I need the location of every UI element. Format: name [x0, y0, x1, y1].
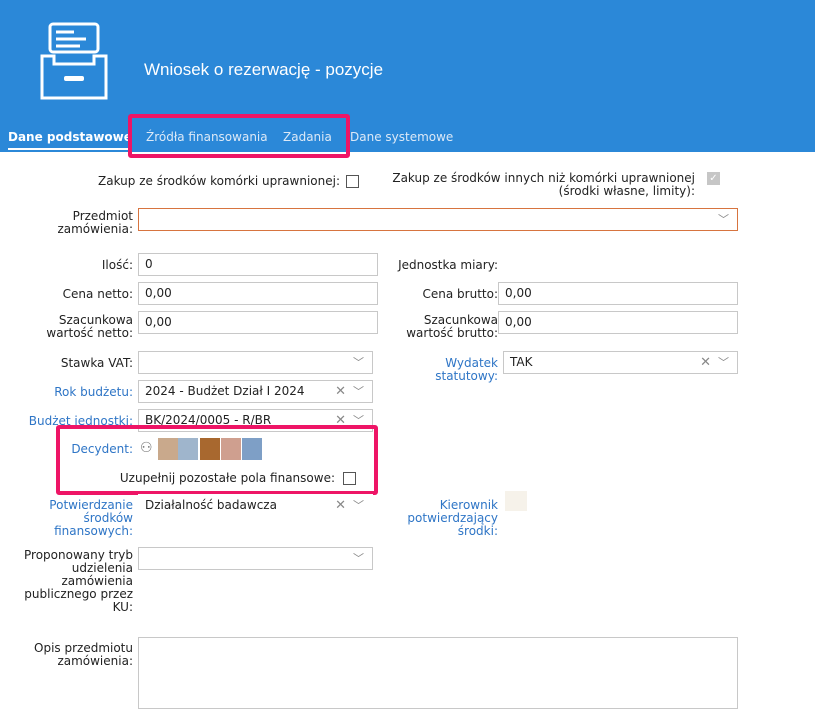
- chevron-down-icon: ﹀: [353, 385, 364, 398]
- clear-icon[interactable]: ✕: [335, 495, 346, 516]
- decydent-name-block: [178, 438, 198, 460]
- zakup-ku-label: Zakup ze środków komórki uprawnionej:: [98, 174, 340, 188]
- szac-netto-label: Szacunkowa wartość netto:: [46, 313, 133, 340]
- szac-netto-input[interactable]: 0,00: [138, 311, 378, 334]
- chevron-down-icon: ﹀: [718, 356, 729, 369]
- uzupelnij-label: Uzupełnij pozostałe pola finansowe:: [119, 471, 335, 485]
- tryb-label: Proponowany tryb udzielenia zamówienia p…: [24, 548, 133, 614]
- clear-icon[interactable]: ✕: [700, 352, 711, 373]
- przedmiot-label: Przedmiot zamówienia:: [57, 209, 133, 236]
- przedmiot-select[interactable]: ﹀: [138, 208, 738, 231]
- potwierdzanie-label[interactable]: Potwierdzanie środków finansowych:: [20, 499, 133, 538]
- cena-brutto-input[interactable]: 0,00: [498, 282, 738, 305]
- chevron-down-icon: ﹀: [718, 213, 729, 226]
- jednostka-label: Jednostka miary:: [398, 258, 498, 272]
- tab-zadania[interactable]: Zadania: [283, 130, 332, 144]
- budzet-label[interactable]: Budżet jednostki:: [20, 415, 133, 428]
- clear-icon[interactable]: ✕: [335, 381, 346, 402]
- chevron-down-icon: ﹀: [353, 552, 364, 565]
- opis-label: Opis przedmiotu zamówienia:: [34, 641, 133, 668]
- tab-bar: Dane podstawowe Źródła finansowania Zada…: [0, 124, 815, 152]
- drawer-icon: [40, 22, 108, 100]
- chevron-down-icon: ﹀: [353, 356, 364, 369]
- zakup-inne-label: Zakup ze środków innych niż komórki upra…: [392, 171, 695, 198]
- zakup-ku-checkbox[interactable]: [346, 175, 359, 188]
- tab-dane-systemowe[interactable]: Dane systemowe: [350, 130, 453, 144]
- potwierdzanie-select[interactable]: Działalność badawcza ✕ ﹀: [138, 494, 373, 517]
- ilosc-input[interactable]: 0: [138, 253, 378, 276]
- budzet-select[interactable]: BK/2024/0005 - R/BR ✕ ﹀: [138, 409, 373, 432]
- rok-select[interactable]: 2024 - Budżet Dział I 2024 ✕ ﹀: [138, 380, 373, 403]
- wydatek-select[interactable]: TAK ✕ ﹀: [503, 351, 738, 374]
- decydent-name-block: [200, 438, 220, 460]
- szac-brutto-label: Szacunkowa wartość brutto:: [406, 313, 498, 340]
- rok-label[interactable]: Rok budżetu:: [20, 386, 133, 399]
- cena-brutto-label: Cena brutto:: [422, 287, 499, 301]
- uzupelnij-checkbox[interactable]: [343, 472, 356, 485]
- wydatek-label[interactable]: Wydatek statutowy:: [385, 357, 498, 383]
- stawka-vat-select[interactable]: ﹀: [138, 351, 373, 374]
- chevron-down-icon: ﹀: [353, 414, 364, 427]
- stawka-vat-label: Stawka VAT:: [60, 356, 133, 370]
- kierownik-label[interactable]: Kierownik potwierdzający środki:: [385, 499, 498, 538]
- tab-dane-podstawowe[interactable]: Dane podstawowe: [8, 130, 132, 150]
- kierownik-value-block: [505, 491, 527, 511]
- decydent-name-block: [221, 438, 241, 460]
- person-icon: ⚇: [140, 440, 153, 456]
- cena-netto-label: Cena netto:: [62, 287, 133, 301]
- decydent-name-block: [158, 438, 178, 460]
- opis-textarea[interactable]: [138, 637, 738, 709]
- ilosc-label: Ilość:: [101, 258, 133, 272]
- szac-brutto-input[interactable]: 0,00: [498, 311, 738, 334]
- tryb-select[interactable]: ﹀: [138, 547, 373, 570]
- zakup-inne-checkbox[interactable]: ✓: [707, 172, 720, 185]
- clear-icon[interactable]: ✕: [335, 410, 346, 431]
- decydent-name-block: [242, 438, 262, 460]
- page-title: Wniosek o rezerwację - pozycje: [144, 60, 384, 79]
- chevron-down-icon: ﹀: [353, 499, 364, 512]
- check-icon: ✓: [709, 173, 718, 184]
- cena-netto-input[interactable]: 0,00: [138, 282, 378, 305]
- decydent-label[interactable]: Decydent:: [20, 443, 133, 456]
- tab-zrodla-finansowania[interactable]: Źródła finansowania: [146, 130, 268, 144]
